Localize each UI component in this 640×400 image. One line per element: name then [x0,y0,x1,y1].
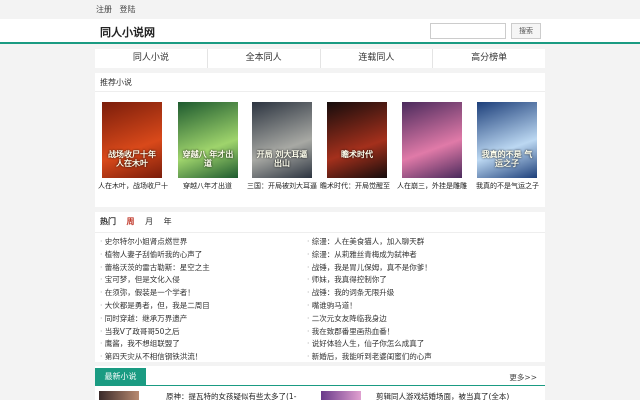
hot-list-item[interactable]: 二次元女友降临我身边 [307,313,522,326]
cover-text: 我真的不是 气运之子 [481,150,533,168]
book-card[interactable] [402,102,462,178]
hot-list-item[interactable]: 综漫：从莉雅丝青梅成为弑神者 [307,249,522,262]
book-title[interactable]: 人在木叶，战场收尸十 [98,181,170,191]
login-link[interactable]: 登陆 [120,5,136,14]
nav-item-fanfic[interactable]: 同人小说 [95,49,208,68]
register-link[interactable]: 注册 [96,5,112,14]
cover-text: 穿越八 年才出道 [182,150,234,168]
cover-text: 战场收尸十年 人在木叶 [108,150,156,168]
top-bar: 注册 登陆 [0,0,640,19]
hot-list-item[interactable]: 史尔特尔小姐肾点燃世界 [100,236,315,249]
hot-list-item[interactable]: 大伙都是勇者，但，我是二周目 [100,300,315,313]
latest-section: 最新小说 更多>> 原神：提瓦特的女孩疑似有些太多了(1- 剪辑同人游戏结婚场面… [95,366,545,400]
tab-latest[interactable]: 最新小说 [95,368,146,385]
book-cover[interactable]: 战场收尸十年 人在木叶 [102,102,162,178]
latest-item[interactable]: 剪辑同人游戏结婚场面，被当真了(全本) [376,391,541,400]
hot-list-item[interactable]: 第四天灾从不相信钢铁洪流！ [100,351,315,364]
book-card[interactable]: 开局 刘大耳逼 出山 [252,102,312,178]
hot-list-item[interactable]: 师妹，我真得控制你了 [307,274,522,287]
hot-list-item[interactable]: 蕾格沃茨的雷古勒斯：星空之主 [100,262,315,275]
hot-list-item[interactable]: 说好体验人生，仙子你怎么成真了 [307,338,522,351]
book-thumbnail[interactable] [99,391,139,400]
book-title[interactable]: 三国：开局被刘大耳逼 [247,181,319,191]
book-cover[interactable]: 开局 刘大耳逼 出山 [252,102,312,178]
hot-list-item[interactable]: 嘴谁驹马道！ [307,300,522,313]
hot-list-item[interactable]: 新婚后，我能听到老婆闺蜜们的心声 [307,351,522,364]
tab-hot: 热门 [100,217,116,226]
book-card[interactable]: 战场收尸十年 人在木叶 [102,102,162,178]
hot-list-item[interactable]: 在须弥，假装是一个学者！ [100,287,315,300]
hot-list-item[interactable]: 鹰酱，我不想组联盟了 [100,338,315,351]
book-cover[interactable]: 瞻术时代 [327,102,387,178]
hot-list-item[interactable]: 植物人妻子刮偷听我的心声了 [100,249,315,262]
hot-list-left: 史尔特尔小姐肾点燃世界植物人妻子刮偷听我的心声了蕾格沃茨的雷古勒斯：星空之主宝可… [100,236,315,364]
hot-list-right: 综漫：人在美食猫人，加入聊天群综漫：从莉雅丝青梅成为弑神者战锤，我是胃儿保姆，真… [307,236,522,364]
hot-list-item[interactable]: 战锤：我的词条无限升级 [307,287,522,300]
hot-tabs: 热门 周 月 年 [100,216,180,227]
book-cover[interactable]: 穿越八 年才出道 [178,102,238,178]
search-button[interactable]: 搜索 [511,23,541,39]
book-title[interactable]: 我真的不是气运之子 [476,181,548,191]
main-nav: 同人小说 全本同人 连载同人 高分榜单 [95,49,545,68]
latest-item[interactable]: 原神：提瓦特的女孩疑似有些太多了(1- [166,391,316,400]
divider [95,91,545,92]
nav-item-top-rated[interactable]: 高分榜单 [433,49,545,68]
book-title[interactable]: 瞻术时代：开局觉醒至 [320,181,392,191]
account-links: 注册 登陆 [96,4,141,15]
hot-list-item[interactable]: 宝可梦，但是文化入侵 [100,274,315,287]
divider [95,385,545,386]
cover-text: 开局 刘大耳逼 出山 [256,150,308,168]
tab-week[interactable]: 周 [127,217,135,226]
book-title[interactable]: 穿越八年才出道 [183,181,255,191]
book-card[interactable]: 我真的不是 气运之子 [477,102,537,178]
more-link[interactable]: 更多>> [509,372,537,383]
search-input[interactable] [430,23,506,39]
tab-month[interactable]: 月 [145,217,153,226]
hot-list-item[interactable]: 我在致郡番里画热血番！ [307,326,522,339]
book-cover[interactable] [402,102,462,178]
hot-list-item[interactable]: 战锤，我是胃儿保姆，真不是你爹！ [307,262,522,275]
hot-list-item[interactable]: 同时穿越：继承万界遗产 [100,313,315,326]
nav-item-completed[interactable]: 全本同人 [208,49,321,68]
book-thumbnail[interactable] [321,391,361,400]
nav-item-serializing[interactable]: 连载同人 [321,49,434,68]
section-title: 推荐小说 [100,78,132,87]
book-cover[interactable]: 我真的不是 气运之子 [477,102,537,178]
hot-section: 热门 周 月 年 史尔特尔小姐肾点燃世界植物人妻子刮偷听我的心声了蕾格沃茨的雷古… [95,212,545,362]
site-header: 同人小说网 搜索 [0,19,640,44]
cover-text: 瞻术时代 [341,150,373,159]
hot-list-item[interactable]: 综漫：人在美食猫人，加入聊天群 [307,236,522,249]
hot-list-item[interactable]: 当我V了政哥哥50之后 [100,326,315,339]
divider [95,232,545,233]
book-card[interactable]: 穿越八 年才出道 [178,102,238,178]
tab-year[interactable]: 年 [164,217,172,226]
book-title[interactable]: 人在崩三，外挂是雕雕 [397,181,469,191]
site-logo[interactable]: 同人小说网 [100,24,155,40]
book-card[interactable]: 瞻术时代 [327,102,387,178]
recommend-section: 推荐小说 战场收尸十年 人在木叶人在木叶，战场收尸十 穿越八 年才出道穿越八年才出… [95,73,545,207]
